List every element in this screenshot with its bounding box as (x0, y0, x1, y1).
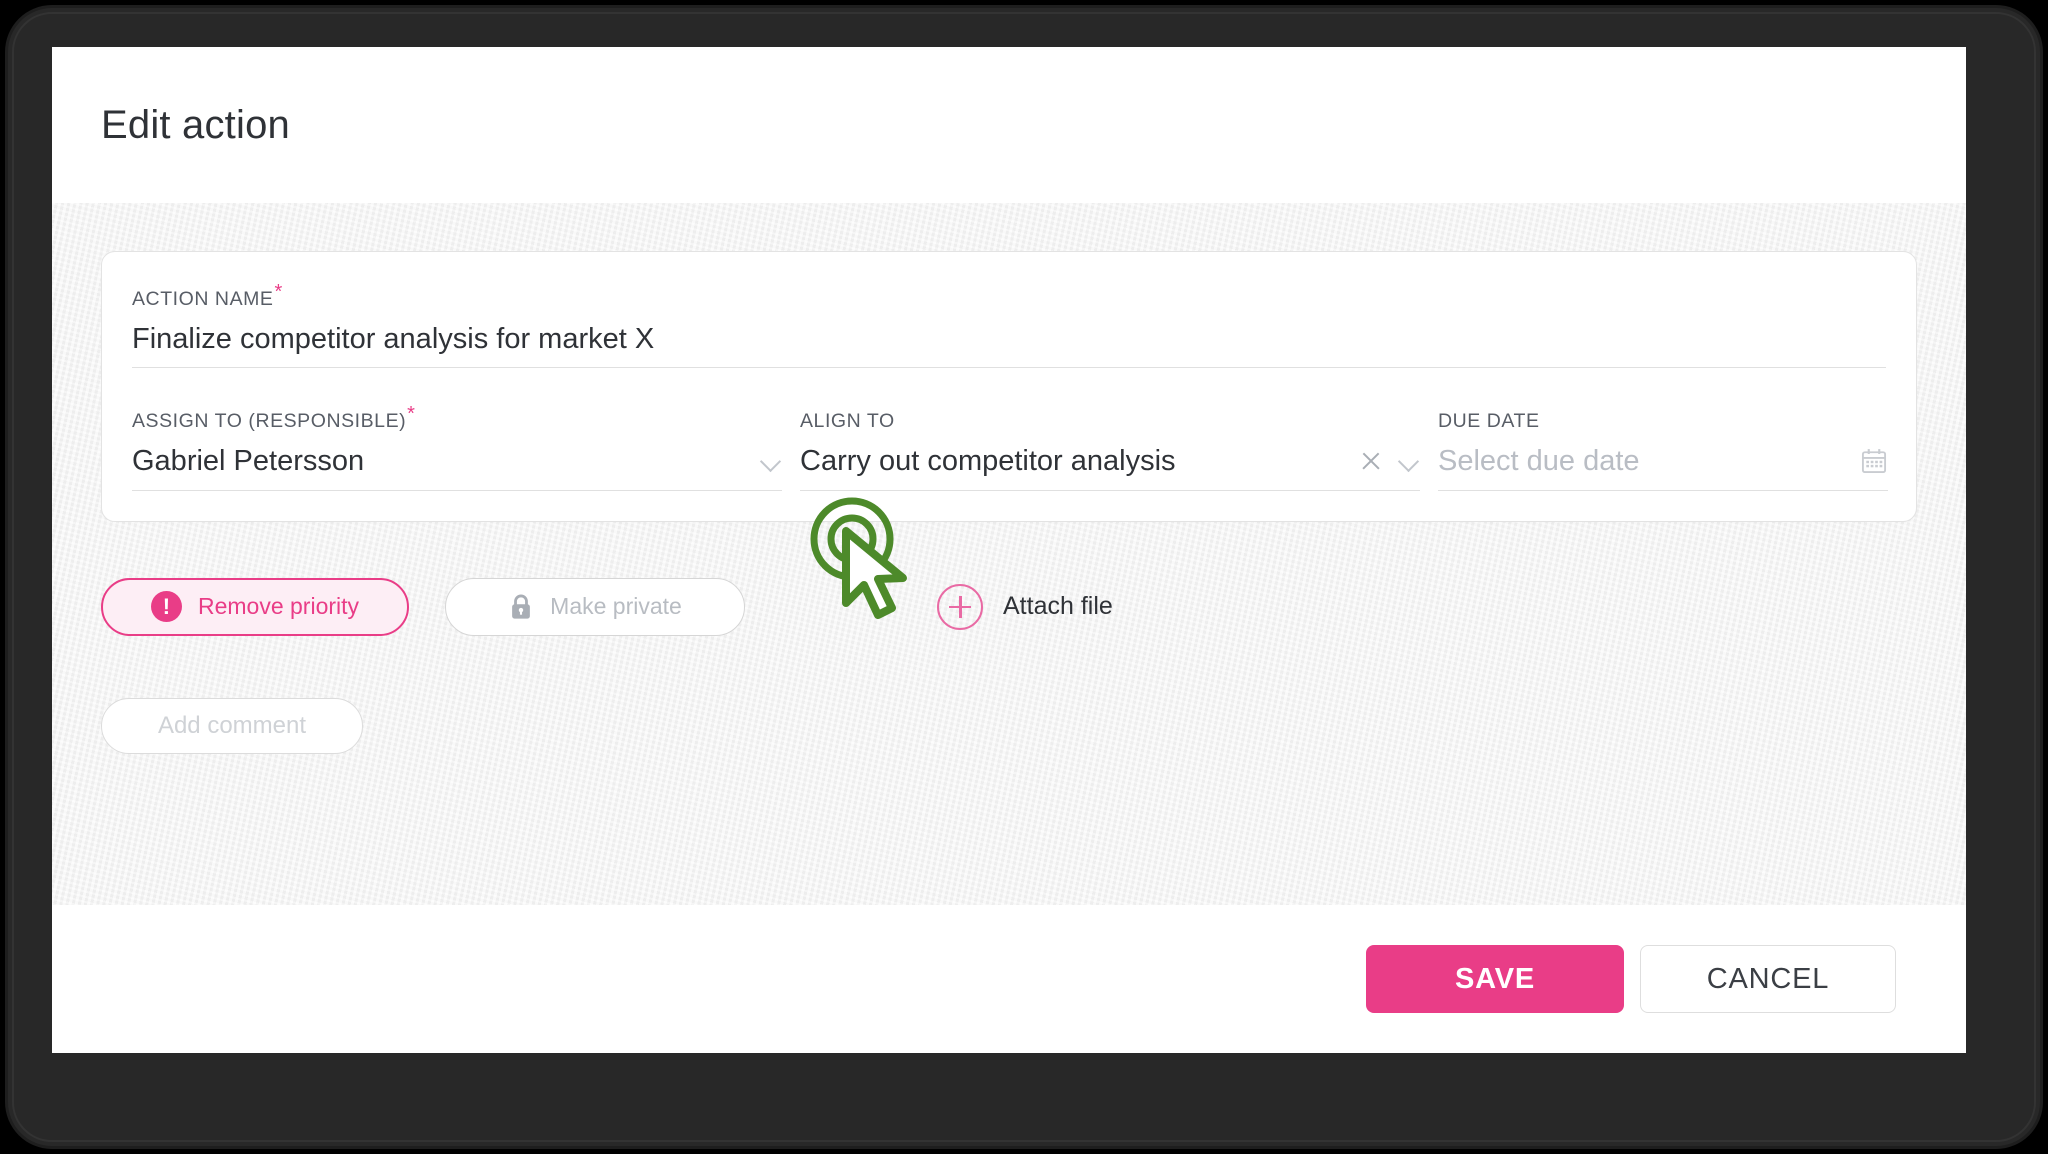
action-name-input[interactable]: Finalize competitor analysis for market … (132, 311, 1886, 367)
dialog-body: ACTION NAME* Finalize competitor analysi… (52, 203, 1966, 905)
attach-file-label: Attach file (1003, 592, 1113, 621)
align-to-label: ALIGN TO (800, 410, 1420, 433)
due-date-label-text: DUE DATE (1438, 410, 1540, 433)
make-private-button[interactable]: Make private (445, 577, 745, 636)
edit-action-dialog: Edit action ACTION NAME* Finalize compet… (52, 47, 1966, 1053)
device-bezel: Edit action ACTION NAME* Finalize compet… (8, 8, 2040, 1146)
align-to-label-text: ALIGN TO (800, 410, 895, 433)
close-x-icon[interactable] (1358, 448, 1384, 474)
action-toggle-row: ! Remove priority Make private Attach fi… (101, 577, 1917, 636)
remove-priority-button[interactable]: ! Remove priority (101, 577, 409, 636)
align-to-icons (1358, 448, 1420, 476)
plus-circle-icon (937, 583, 983, 630)
save-button[interactable]: SAVE (1366, 945, 1624, 1013)
field-group-align-to: ALIGN TO Carry out competitor analysis (800, 410, 1420, 491)
assign-to-field[interactable]: Gabriel Petersson (132, 433, 782, 491)
make-private-label: Make private (550, 593, 682, 620)
calendar-icon[interactable] (1860, 447, 1888, 475)
dialog-header: Edit action (52, 47, 1966, 203)
remove-priority-label: Remove priority (197, 593, 360, 620)
exclamation-circle-icon: ! (150, 591, 182, 623)
assign-to-label: ASSIGN TO (RESPONSIBLE)* (132, 404, 782, 433)
field-group-action-name: ACTION NAME* Finalize competitor analysi… (132, 282, 1886, 369)
align-to-value-line: Carry out competitor analysis (800, 433, 1420, 489)
assign-to-value-line: Gabriel Petersson (132, 433, 782, 489)
chevron-down-icon[interactable] (1398, 450, 1420, 472)
assign-to-icons (760, 450, 782, 474)
dialog-footer: SAVE CANCEL (52, 905, 1966, 1053)
field-group-assign-to: ASSIGN TO (RESPONSIBLE)* Gabriel Peterss… (132, 404, 782, 491)
assign-to-label-text: ASSIGN TO (RESPONSIBLE) (132, 410, 407, 433)
action-name-label-text: ACTION NAME (132, 288, 274, 310)
action-name-field[interactable]: Finalize competitor analysis for market … (132, 311, 1886, 369)
field-group-due-date: DUE DATE Select due date (1438, 410, 1888, 491)
action-name-label: ACTION NAME* (132, 282, 1886, 311)
required-asterisk-icon: * (274, 280, 283, 303)
add-comment-button[interactable]: Add comment (101, 697, 363, 754)
align-to-value[interactable]: Carry out competitor analysis (800, 433, 1176, 489)
due-date-value-line: Select due date (1438, 433, 1888, 489)
add-comment-label: Add comment (157, 711, 307, 739)
field-row: ASSIGN TO (RESPONSIBLE)* Gabriel Peterss… (132, 404, 1888, 491)
page-title: Edit action (101, 102, 290, 147)
lock-icon (512, 594, 531, 619)
chevron-down-icon[interactable] (760, 450, 782, 472)
required-asterisk-icon: * (407, 402, 416, 425)
comment-row: Add comment (101, 697, 1917, 754)
attach-file-button[interactable]: Attach file (937, 583, 1113, 630)
align-to-field[interactable]: Carry out competitor analysis (800, 433, 1420, 491)
cancel-button[interactable]: CANCEL (1640, 945, 1896, 1013)
assign-to-value[interactable]: Gabriel Petersson (132, 433, 364, 489)
form-card: ACTION NAME* Finalize competitor analysi… (101, 251, 1917, 522)
due-date-field[interactable]: Select due date (1438, 433, 1888, 491)
due-date-icons (1860, 447, 1888, 477)
due-date-label: DUE DATE (1438, 410, 1888, 433)
due-date-input[interactable]: Select due date (1438, 433, 1640, 489)
